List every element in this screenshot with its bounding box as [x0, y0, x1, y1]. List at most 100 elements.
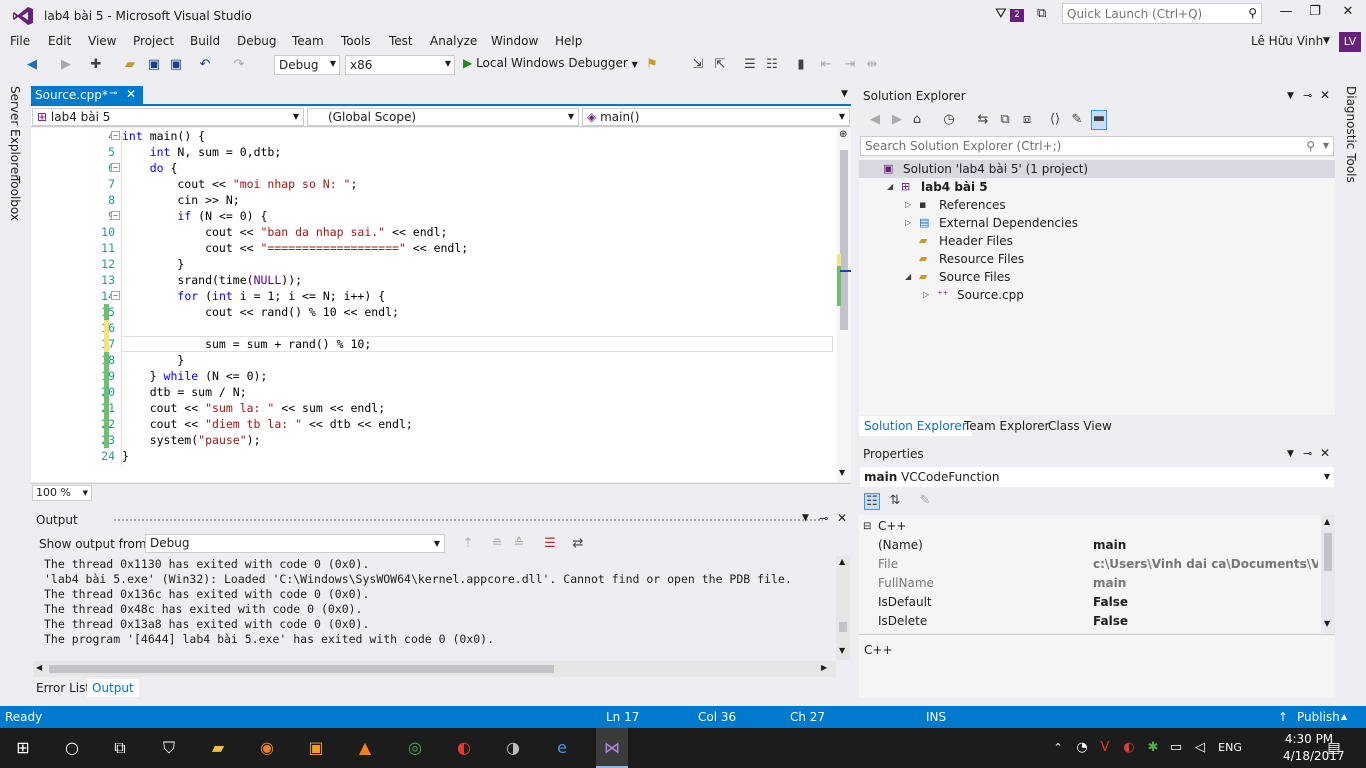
code-line[interactable]: 12 } [31, 256, 837, 272]
redo-icon[interactable]: ↷ [231, 57, 247, 72]
volume-icon[interactable]: ◁ [1188, 736, 1212, 760]
tree-item[interactable]: ▷ ▪ References [859, 196, 1335, 214]
code-text[interactable]: } [122, 352, 184, 368]
menu-team[interactable]: Team [292, 33, 324, 49]
tab-error-list[interactable]: Error List [31, 679, 95, 697]
collapse-icon[interactable]: − [111, 291, 120, 300]
unikey-icon[interactable]: ◐ [452, 736, 476, 760]
code-text[interactable]: cin >> N; [122, 192, 239, 208]
code-text[interactable]: system("pause"); [122, 432, 261, 448]
start-debugging-button[interactable]: ▶ Local Windows Debugger ▼ [463, 56, 638, 70]
file-explorer-icon[interactable]: ▰ [206, 736, 230, 760]
code-line[interactable]: 10 cout << "ban da nhap sai." << endl; [31, 224, 837, 240]
code-text[interactable]: dtb = sum / N; [122, 384, 247, 400]
action-center-icon[interactable]: ▤ [1322, 736, 1346, 760]
collapse-icon[interactable]: − [111, 131, 120, 140]
toolbox-tab[interactable]: Toolbox [8, 176, 22, 221]
scroll-up-icon[interactable]: ▲ [839, 557, 845, 566]
menu-view[interactable]: View [88, 33, 116, 49]
code-line[interactable]: 16 [31, 320, 837, 336]
vietnamese-ime-icon[interactable]: V [1093, 736, 1117, 760]
scroll-left-icon[interactable]: ◀ [36, 663, 42, 672]
store-icon[interactable]: ⛉ [157, 736, 181, 760]
property-pages-icon[interactable]: ✎ [917, 493, 933, 508]
scroll-down-icon[interactable]: ▼ [1324, 619, 1330, 628]
alphabetical-icon[interactable]: ⇅ [887, 493, 903, 508]
chevron-down-icon[interactable]: ▼ [1323, 36, 1330, 46]
new-project-icon[interactable]: ✚ [88, 57, 104, 72]
history-icon[interactable]: ◷ [941, 112, 957, 127]
visual-studio-taskbar-icon[interactable]: ⋈ [596, 728, 628, 768]
code-text[interactable]: } [122, 256, 184, 272]
properties-object-dropdown[interactable]: main VCCodeFunction ▼ [860, 467, 1334, 487]
tree-item[interactable]: ◢ ⊞ lab4 bài 5 [859, 178, 1335, 196]
quick-launch-input[interactable] [1063, 4, 1239, 23]
sync-icon[interactable]: ⇆ [975, 112, 991, 127]
code-line[interactable]: 5 int N, sum = 0,dtb; [31, 144, 837, 160]
tree-item[interactable]: ▷ ⁺⁺ Source.cpp [859, 286, 1335, 304]
save-icon[interactable]: ▣ [146, 57, 162, 72]
tab-source-cpp[interactable]: Source.cpp* ⊸ ✕ [31, 86, 143, 105]
solution-tree[interactable]: ▣ Solution 'lab4 bài 5' (1 project) ◢ ⊞ lab4… [859, 158, 1335, 415]
vlc-icon[interactable]: ▲ [353, 736, 377, 760]
back-icon[interactable]: ◀ [867, 112, 883, 127]
code-line[interactable]: 6− do { [31, 160, 837, 176]
categorized-icon[interactable]: ☷ [864, 493, 880, 510]
firefox-icon[interactable]: ◉ [255, 736, 279, 760]
task-view-icon[interactable]: ⧉ [108, 736, 132, 760]
close-icon[interactable]: ✕ [837, 511, 847, 525]
code-line[interactable]: 11 cout << "===================" << endl… [31, 240, 837, 256]
battery-icon[interactable]: ▭ [1164, 736, 1188, 760]
code-text[interactable]: cout << rand() % 10 << endl; [122, 304, 399, 320]
code-line[interactable]: 15 cout << rand() % 10 << endl; [31, 304, 837, 320]
chevron-down-icon[interactable]: ▼ [1287, 91, 1294, 101]
scrollbar-thumb[interactable] [839, 622, 847, 632]
pin-icon[interactable]: ⊸ [819, 512, 828, 525]
navigate-forward-icon[interactable]: ▶ [58, 57, 74, 72]
property-value[interactable]: False [1093, 612, 1318, 631]
search-icon[interactable]: ⚲ [1306, 139, 1315, 153]
save-all-icon[interactable]: ▣ [168, 57, 184, 72]
bookmark-icon[interactable]: ▮ [793, 57, 809, 72]
code-text[interactable]: cout << "diem tb la: " << dtb << endl; [122, 416, 413, 432]
find-in-files-icon[interactable]: ⚑ [644, 57, 660, 72]
user-name[interactable]: Lê Hữu Vinh [1251, 34, 1323, 48]
zoom-dropdown[interactable]: 100 % ▼ [32, 485, 92, 501]
property-row[interactable]: File c:\Users\Vinh dai ca\Documents\Visua… [859, 555, 1321, 574]
code-text[interactable]: srand(time(NULL)); [122, 272, 302, 288]
code-line[interactable]: 20 dtb = sum / N; [31, 384, 837, 400]
property-value[interactable]: main [1093, 536, 1318, 555]
code-line[interactable]: 7 cout << "moi nhap so N: "; [31, 176, 837, 192]
chevron-down-icon[interactable]: ▼ [1323, 141, 1329, 150]
editor-vertical-scrollbar[interactable]: ⊕ ▼ [837, 128, 851, 482]
tab-solution-explorer[interactable]: Solution Explorer [859, 416, 972, 436]
code-text[interactable]: cout << "ban da nhap sai." << endl; [122, 224, 447, 240]
step-over-icon[interactable]: ⇱ [712, 57, 728, 72]
code-line[interactable]: 4−int main() { [31, 128, 837, 144]
next-bookmark-icon[interactable]: ⇥ [842, 57, 858, 72]
close-icon[interactable]: ✕ [1320, 88, 1330, 102]
code-line[interactable]: 24} [31, 448, 837, 464]
quick-launch-box[interactable]: ⚲ [1062, 3, 1262, 24]
property-value[interactable]: c:\Users\Vinh dai ca\Documents\Visual S [1093, 555, 1318, 574]
panel-grip[interactable] [113, 518, 823, 523]
code-text[interactable]: } [122, 448, 129, 464]
code-text[interactable]: if (N <= 0) { [122, 208, 267, 224]
app-icon[interactable]: ◑ [501, 736, 525, 760]
project-dropdown[interactable]: ⊞ lab4 bài 5 ▼ [32, 108, 304, 126]
tray-app-2-icon[interactable]: ✱ [1141, 736, 1165, 760]
foxit-reader-icon[interactable]: ▣ [304, 736, 328, 760]
solution-platform-dropdown[interactable]: x86 ▼ [345, 55, 455, 75]
edge-icon[interactable]: e [550, 736, 574, 760]
property-value[interactable]: False [1093, 593, 1318, 612]
uncomment-icon[interactable]: ☷ [764, 57, 780, 72]
property-row[interactable]: IsDefault False [859, 593, 1321, 612]
code-text[interactable]: int main() { [122, 128, 205, 144]
menu-project[interactable]: Project [133, 33, 174, 49]
output-source-dropdown[interactable]: Debug ▼ [145, 534, 445, 553]
code-text[interactable]: cout << "moi nhap so N: "; [122, 176, 357, 192]
scrollbar-thumb[interactable] [840, 150, 848, 330]
tree-item[interactable]: ▰ Resource Files [859, 250, 1335, 268]
code-text[interactable]: } while (N <= 0); [122, 368, 268, 384]
scroll-down-icon[interactable]: ▼ [839, 646, 845, 655]
